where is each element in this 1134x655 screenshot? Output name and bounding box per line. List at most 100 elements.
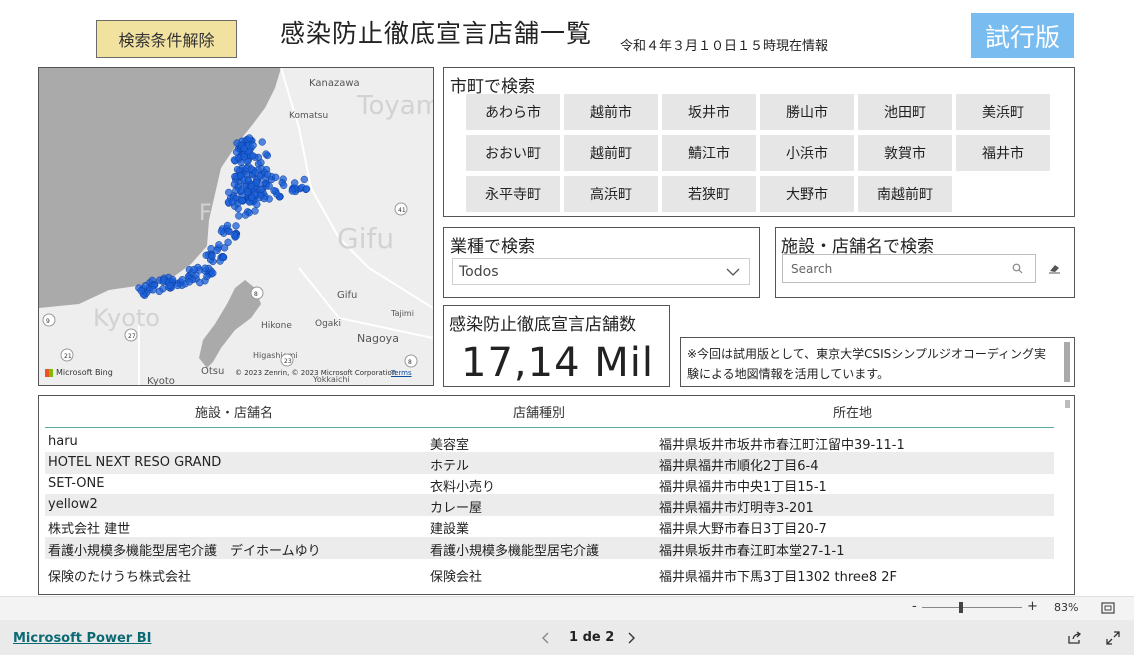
store-point[interactable] — [263, 170, 272, 179]
store-point[interactable] — [245, 134, 254, 142]
note-scrollbar[interactable] — [1064, 342, 1070, 382]
zoom-slider-handle[interactable] — [959, 602, 963, 613]
city-button[interactable]: 勝山市 — [760, 94, 854, 130]
map-canvas[interactable]: Kanazawa Toyam Komatsu Gifu Gifu Kyoto Hikone O… — [39, 68, 433, 385]
store-point[interactable] — [238, 196, 246, 204]
city-button[interactable]: 福井市 — [956, 135, 1050, 171]
store-point[interactable] — [302, 185, 311, 193]
store-point[interactable] — [288, 187, 296, 195]
store-point[interactable] — [213, 246, 221, 255]
city-button[interactable]: 越前市 — [564, 94, 658, 130]
cell-type: カレー屋 — [430, 501, 483, 516]
city-button[interactable]: 高浜町 — [564, 176, 658, 212]
store-point[interactable] — [196, 279, 204, 287]
city-button[interactable]: 池田町 — [858, 94, 952, 130]
power-bi-link[interactable]: Microsoft Power BI — [13, 631, 151, 646]
store-point[interactable] — [217, 227, 226, 235]
store-point[interactable] — [201, 264, 209, 272]
city-button[interactable]: 鯖江市 — [662, 135, 756, 171]
store-point[interactable] — [249, 141, 257, 149]
zoom-slider-track[interactable] — [922, 607, 1022, 608]
store-point[interactable] — [300, 175, 308, 184]
store-point[interactable] — [209, 269, 217, 277]
store-point[interactable] — [137, 287, 145, 295]
column-header-name[interactable]: 施設・店舗名 — [195, 402, 273, 421]
store-point[interactable] — [280, 181, 288, 190]
table-row[interactable]: 株式会社 建世 建設業 福井県大野市春日3丁目20-7 — [45, 515, 1054, 537]
header-divider — [45, 427, 1054, 428]
store-point[interactable] — [241, 211, 250, 219]
city-button[interactable]: 永平寺町 — [466, 176, 560, 212]
cell-address: 福井県大野市春日3丁目20-7 — [659, 522, 827, 537]
store-point[interactable] — [178, 276, 186, 284]
city-button[interactable]: 美浜町 — [956, 94, 1050, 130]
table-row[interactable]: yellow2 カレー屋 福井県福井市灯明寺3-201 — [45, 494, 1054, 516]
city-button[interactable]: あわら市 — [466, 94, 560, 130]
store-point[interactable] — [291, 179, 299, 187]
store-point[interactable] — [232, 148, 241, 156]
store-point[interactable] — [252, 178, 261, 187]
map-place-label: Toyam — [356, 91, 433, 121]
reset-filters-button[interactable]: 検索条件解除 — [96, 20, 237, 58]
table-row[interactable]: haru 美容室 福井県坂井市坂井市春江町江留中39-11-1 — [45, 431, 1054, 453]
store-point[interactable] — [190, 265, 198, 274]
store-point[interactable] — [251, 168, 259, 177]
zoom-out-button[interactable]: - — [912, 599, 917, 614]
store-point[interactable] — [207, 244, 215, 253]
store-point[interactable] — [159, 276, 168, 284]
store-point[interactable] — [219, 253, 228, 261]
store-point[interactable] — [185, 278, 194, 286]
name-search-input[interactable]: Search — [782, 254, 1036, 283]
city-button[interactable]: 南越前町 — [858, 176, 952, 212]
city-button[interactable]: 敦賀市 — [858, 135, 952, 171]
store-point[interactable] — [235, 212, 243, 220]
store-point[interactable] — [270, 187, 278, 195]
city-button[interactable]: 大野市 — [760, 176, 854, 212]
store-point[interactable] — [258, 138, 266, 146]
store-point[interactable] — [169, 275, 177, 284]
next-page-icon[interactable] — [626, 631, 636, 645]
store-point[interactable] — [232, 187, 240, 195]
store-point[interactable] — [272, 173, 280, 181]
table-row[interactable]: HOTEL NEXT RESO GRAND ホテル 福井県福井市順化2丁目6-4 — [45, 452, 1054, 474]
city-button[interactable]: 若狭町 — [662, 176, 756, 212]
table-scrollbar[interactable] — [1065, 400, 1070, 408]
store-point[interactable] — [223, 221, 232, 230]
eraser-icon[interactable] — [1048, 262, 1062, 274]
store-point[interactable] — [225, 188, 233, 197]
cell-address: 福井県福井市灯明寺3-201 — [659, 501, 814, 516]
map-place-label: Tajimi — [390, 309, 414, 318]
city-button[interactable]: 坂井市 — [662, 94, 756, 130]
city-button[interactable]: 小浜市 — [760, 135, 854, 171]
previous-page-icon[interactable] — [541, 631, 551, 645]
city-button[interactable]: おおい町 — [466, 135, 560, 171]
table-row[interactable]: SET-ONE 衣料小売り 福井県福井市中央1丁目15-1 — [45, 473, 1054, 495]
store-point[interactable] — [203, 272, 211, 281]
store-map[interactable]: Kanazawa Toyam Komatsu Gifu Gifu Kyoto Hikone O… — [38, 67, 434, 386]
store-point[interactable] — [208, 252, 216, 260]
fit-to-page-icon[interactable] — [1101, 602, 1115, 614]
table-row[interactable]: 看護小規模多機能型居宅介護 デイホームゆり 看護小規模多機能型居宅介護 福井県坂井市… — [45, 537, 1054, 559]
store-point[interactable] — [262, 150, 270, 158]
share-icon[interactable] — [1067, 631, 1083, 645]
store-point[interactable] — [232, 222, 240, 230]
column-header-type[interactable]: 店舗種別 — [513, 402, 565, 421]
fullscreen-icon[interactable] — [1106, 631, 1120, 645]
zoom-in-button[interactable]: + — [1027, 599, 1038, 614]
store-point[interactable] — [253, 200, 261, 209]
store-point[interactable] — [230, 231, 238, 239]
city-button[interactable]: 越前町 — [564, 135, 658, 171]
store-point[interactable] — [155, 287, 163, 296]
store-point[interactable] — [149, 286, 157, 294]
cell-name: 看護小規模多機能型居宅介護 デイホームゆり — [48, 544, 321, 559]
table-row[interactable]: 保険のたけうち株式会社 保険会社 福井県福井市下馬3丁目1302 three8 2F — [45, 563, 1054, 585]
store-point[interactable] — [173, 281, 182, 290]
map-terms-link[interactable]: Terms — [391, 369, 412, 377]
store-count-card: 感染防止徹底宣言店舗数 17,14 Mil — [443, 305, 670, 387]
industry-dropdown[interactable]: Todos — [452, 258, 750, 285]
map-place-label: Ogaki — [315, 319, 341, 329]
store-point[interactable] — [240, 144, 248, 153]
store-point[interactable] — [243, 188, 252, 196]
store-point[interactable] — [257, 185, 265, 194]
column-header-address[interactable]: 所在地 — [833, 402, 872, 421]
